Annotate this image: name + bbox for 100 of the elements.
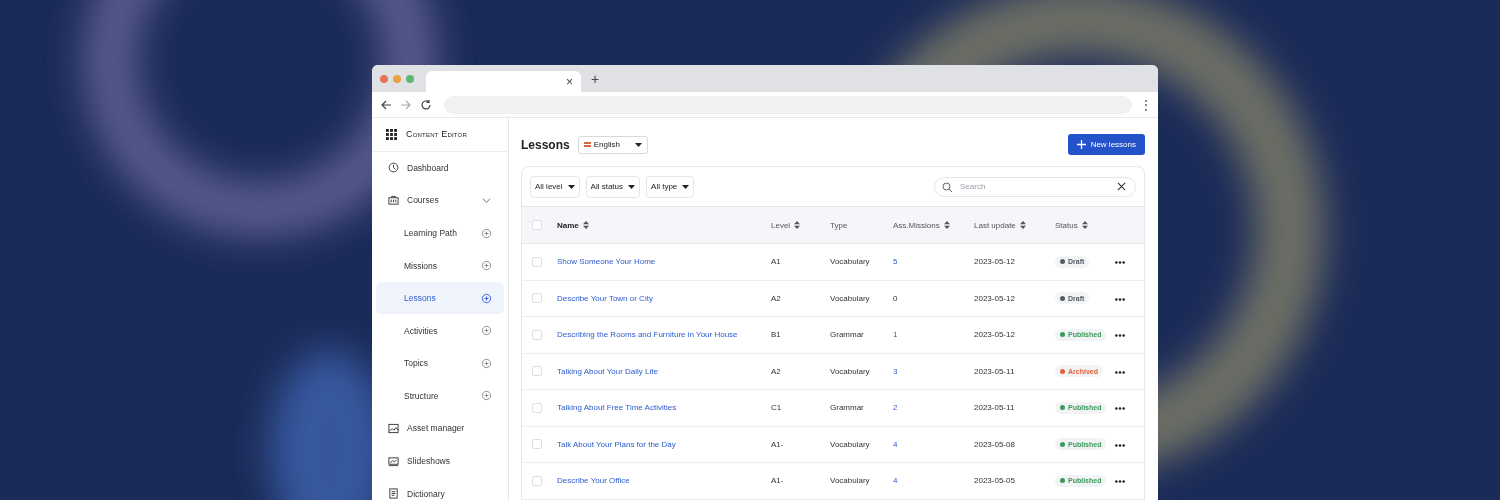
level-text: C1 — [771, 403, 782, 413]
sidebar-item[interactable]: Dictionary — [376, 477, 504, 500]
image-icon — [388, 423, 399, 434]
new-tab-button[interactable]: + — [591, 70, 600, 87]
sort-icon — [582, 221, 589, 229]
add-icon[interactable] — [481, 292, 492, 304]
date-text: 2023-05-12 — [974, 257, 1015, 267]
lesson-link[interactable]: Describe Your Office — [557, 476, 630, 486]
more-options-icon[interactable] — [1115, 443, 1125, 447]
caret-icon — [567, 184, 575, 189]
column-header[interactable]: Level — [771, 220, 801, 230]
filter-dropdown[interactable]: All type — [646, 175, 695, 198]
row-checkbox[interactable] — [532, 439, 542, 450]
more-options-icon[interactable] — [1115, 480, 1125, 484]
missions-link[interactable]: 2 — [893, 403, 898, 413]
type-text: Vocabulary — [830, 439, 870, 449]
sort-icon — [1019, 221, 1026, 229]
column-header[interactable]: Last update — [974, 220, 1026, 230]
date-text: 2023-05-11 — [974, 366, 1015, 376]
lesson-link[interactable]: Talking About Your Daily Life — [557, 366, 658, 376]
sidebar-item[interactable]: Asset manager — [376, 412, 504, 445]
missions-link[interactable]: 4 — [893, 476, 898, 486]
dashboard-icon — [388, 162, 399, 174]
filter-dropdown[interactable]: All level — [530, 175, 580, 198]
caret-icon — [634, 142, 642, 147]
grid-icon[interactable] — [386, 128, 397, 140]
reload-icon[interactable] — [420, 98, 432, 111]
lesson-link[interactable]: Show Someone Your Home — [557, 257, 656, 267]
maximize-window-button[interactable] — [406, 74, 414, 83]
row-checkbox[interactable] — [532, 329, 542, 340]
date-text: 2023-05-05 — [974, 476, 1015, 486]
more-options-icon[interactable] — [1115, 297, 1125, 301]
lesson-link[interactable]: Describe Your Town or City — [557, 293, 653, 303]
date-text: 2023-05-12 — [974, 293, 1015, 303]
sort-icon — [1081, 221, 1088, 229]
type-text: Vocabulary — [830, 293, 870, 303]
select-all-checkbox[interactable] — [532, 220, 542, 230]
page-title: Lessons — [521, 137, 570, 152]
close-window-button[interactable] — [380, 74, 388, 83]
search-field[interactable]: Search — [934, 176, 1136, 197]
sidebar-item[interactable]: Dashboard — [376, 151, 504, 185]
lesson-link[interactable]: Talk About Your Plans for the Day — [557, 439, 676, 449]
add-icon[interactable] — [481, 227, 492, 239]
flag-icon — [583, 142, 591, 147]
clear-icon[interactable] — [1117, 182, 1126, 191]
level-text: A1- — [771, 476, 784, 486]
more-options-icon[interactable] — [1115, 407, 1125, 411]
row-checkbox[interactable] — [532, 402, 542, 413]
close-tab-button[interactable]: × — [566, 74, 573, 89]
type-text: Vocabulary — [830, 476, 870, 486]
add-icon[interactable] — [481, 325, 492, 337]
caret-icon — [682, 184, 690, 189]
date-text: 2023-05-08 — [974, 439, 1015, 449]
lesson-link[interactable]: Talking About Free Time Activities — [557, 403, 677, 413]
sidebar-item[interactable]: Activities — [376, 314, 504, 348]
date-text: 2023-05-12 — [974, 330, 1015, 340]
missions-link[interactable]: 4 — [893, 439, 898, 449]
sidebar-item[interactable]: Topics — [376, 347, 504, 380]
add-icon[interactable] — [481, 357, 492, 369]
sidebar-item[interactable]: Lessons — [376, 281, 504, 315]
book-icon — [388, 488, 399, 500]
browser-tab[interactable]: × — [426, 71, 581, 92]
add-icon[interactable] — [481, 390, 492, 402]
missions-link[interactable]: 1 — [893, 330, 898, 340]
search-icon — [942, 181, 953, 193]
sort-icon — [943, 221, 950, 229]
sidebar-item[interactable]: Missions — [376, 249, 504, 282]
minimize-window-button[interactable] — [393, 74, 401, 83]
type-text: Vocabulary — [830, 257, 870, 267]
row-checkbox[interactable] — [532, 475, 542, 486]
type-text: Grammar — [830, 403, 864, 413]
row-checkbox[interactable] — [532, 366, 542, 377]
new-lessons-button[interactable]: New lessons — [1067, 134, 1145, 155]
more-options-icon[interactable] — [1115, 370, 1125, 374]
back-icon[interactable] — [380, 98, 392, 111]
missions-link[interactable]: 5 — [893, 257, 898, 267]
more-options-icon[interactable] — [1115, 334, 1125, 338]
add-icon[interactable] — [481, 260, 492, 272]
level-text: A2 — [771, 293, 781, 303]
lesson-link[interactable]: Describing the Rooms and Furniture in Your House — [557, 330, 738, 340]
browser-menu-button[interactable]: ⋮ — [1140, 97, 1150, 112]
sidebar-item[interactable]: Slideshows — [376, 444, 504, 478]
type-text: Grammar — [830, 330, 864, 340]
forward-icon[interactable] — [400, 98, 412, 111]
language-dropdown[interactable]: English — [577, 135, 648, 154]
column-header[interactable]: Status — [1055, 220, 1088, 230]
more-options-icon[interactable] — [1115, 261, 1125, 265]
column-header[interactable]: Name — [557, 220, 589, 230]
level-text: A1 — [771, 257, 781, 267]
sidebar-item[interactable]: Courses — [376, 184, 504, 217]
building-icon — [388, 194, 399, 206]
column-header[interactable]: Ass.Missions — [893, 220, 950, 230]
missions-link[interactable]: 3 — [893, 366, 898, 376]
row-checkbox[interactable] — [532, 293, 542, 304]
row-checkbox[interactable] — [532, 256, 542, 267]
sidebar-item[interactable]: Learning Path — [376, 216, 504, 250]
sidebar-item[interactable]: Structure — [376, 379, 504, 413]
level-text: A1- — [771, 439, 784, 449]
app-title: Content Editor — [406, 129, 468, 140]
filter-dropdown[interactable]: All status — [585, 175, 641, 198]
